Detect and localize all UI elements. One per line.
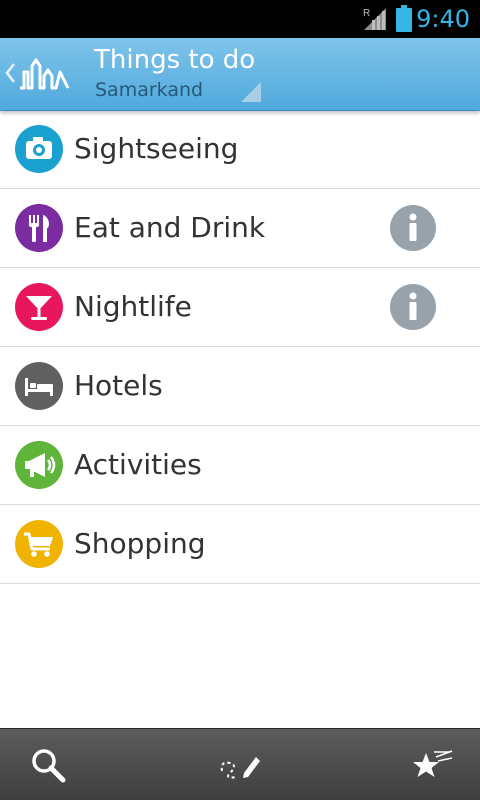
- screen: R 9:40 Things to do Samarkand Sightseein…: [0, 0, 480, 800]
- fork-knife-icon: [15, 204, 63, 252]
- bottom-toolbar: [0, 728, 480, 800]
- category-list: Sightseeing Eat and Drink Nightlife Hote…: [0, 110, 480, 584]
- home-up-button[interactable]: [0, 38, 80, 110]
- draw-route-icon: [220, 757, 260, 779]
- category-item-eat-and-drink[interactable]: Eat and Drink: [0, 189, 480, 268]
- category-item-nightlife[interactable]: Nightlife: [0, 268, 480, 347]
- back-chevron-icon: [5, 63, 15, 83]
- category-item-activities[interactable]: Activities: [0, 426, 480, 505]
- favorites-button[interactable]: [384, 729, 480, 800]
- roaming-indicator: R: [363, 8, 370, 19]
- action-bar: Things to do Samarkand: [0, 38, 480, 111]
- category-label: Hotels: [74, 369, 163, 402]
- cart-icon: [15, 520, 63, 568]
- draw-route-button[interactable]: [192, 729, 288, 800]
- signal-icon: R: [363, 8, 386, 30]
- search-button[interactable]: [0, 729, 96, 800]
- category-item-shopping[interactable]: Shopping: [0, 505, 480, 584]
- favorites-stars-icon: [413, 750, 453, 777]
- page-title: Things to do: [94, 45, 256, 75]
- clock: 9:40: [416, 5, 470, 33]
- spinner-triangle-icon: [241, 82, 261, 102]
- bed-icon: [15, 362, 63, 410]
- info-icon[interactable]: [390, 205, 436, 251]
- category-item-sightseeing[interactable]: Sightseeing: [0, 110, 480, 189]
- cocktail-icon: [15, 283, 63, 331]
- status-bar: R 9:40: [0, 0, 480, 38]
- category-label: Activities: [74, 448, 202, 481]
- category-label: Nightlife: [74, 290, 192, 323]
- category-item-hotels[interactable]: Hotels: [0, 347, 480, 426]
- app-logo-icon: [20, 58, 70, 90]
- info-icon[interactable]: [390, 284, 436, 330]
- category-label: Eat and Drink: [74, 211, 266, 244]
- search-icon: [32, 749, 66, 783]
- battery-icon: [396, 5, 412, 32]
- location-subtitle: Samarkand: [95, 79, 204, 101]
- category-label: Shopping: [74, 527, 206, 560]
- camera-icon: [15, 125, 63, 173]
- category-label: Sightseeing: [74, 132, 239, 165]
- megaphone-icon: [15, 441, 63, 489]
